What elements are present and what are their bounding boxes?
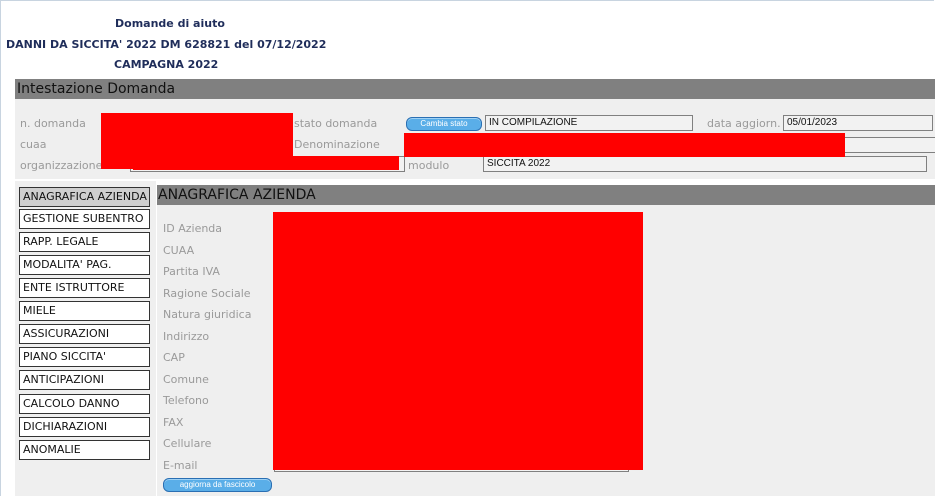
label-cuaa: cuaa bbox=[20, 138, 47, 151]
page-title-line2: DANNI DA SICCITA' 2022 DM 628821 del 07/… bbox=[6, 38, 327, 51]
modulo-field[interactable]: SICCITA 2022 bbox=[483, 156, 927, 172]
sidebar-item-piano-siccita[interactable]: PIANO SICCITA' bbox=[19, 347, 150, 367]
field-label-comune: Comune bbox=[163, 373, 209, 386]
label-data-aggiorn: data aggiorn. bbox=[707, 117, 781, 130]
page-title-line1: Domande di aiuto bbox=[115, 17, 225, 30]
anagrafica-header-bar: ANAGRAFICA AZIENDA bbox=[157, 185, 935, 205]
sidebar-item-rapp-legale[interactable]: RAPP. LEGALE bbox=[19, 232, 150, 252]
field-label-indirizzo: Indirizzo bbox=[163, 330, 210, 343]
sidebar-item-gestione-subentro[interactable]: GESTIONE SUBENTRO bbox=[19, 209, 150, 229]
data-aggiorn-field[interactable]: 05/01/2023 bbox=[783, 115, 933, 131]
denominazione-field[interactable] bbox=[838, 137, 935, 153]
field-label-id-azienda: ID Azienda bbox=[163, 222, 223, 235]
sidebar-item-miele[interactable]: MIELE bbox=[19, 301, 150, 321]
sidebar-item-calcolo-danno[interactable]: CALCOLO DANNO bbox=[19, 394, 150, 414]
sidebar-item-anagrafica-azienda[interactable]: ANAGRAFICA AZIENDA bbox=[19, 187, 150, 207]
sidebar-item-modalita-pag[interactable]: MODALITA' PAG. bbox=[19, 255, 150, 275]
label-organizzazione: organizzazione bbox=[20, 159, 103, 172]
field-label-ragione-sociale: Ragione Sociale bbox=[163, 287, 251, 300]
label-stato-domanda: stato domanda bbox=[294, 117, 378, 130]
redaction-denominazione bbox=[404, 133, 845, 157]
field-label-partita-iva: Partita IVA bbox=[163, 265, 220, 278]
field-label-cap: CAP bbox=[163, 351, 185, 364]
field-label-cuaa: CUAA bbox=[163, 244, 195, 257]
sidebar-item-anticipazioni[interactable]: ANTICIPAZIONI bbox=[19, 370, 150, 390]
sidebar-item-ente-istruttore[interactable]: ENTE ISTRUTTORE bbox=[19, 278, 150, 298]
label-modulo: modulo bbox=[408, 159, 450, 172]
field-label-natura-giuridica: Natura giuridica bbox=[163, 308, 252, 321]
cambia-stato-button[interactable]: Cambia stato bbox=[406, 117, 482, 131]
label-n-domanda: n. domanda bbox=[20, 117, 86, 130]
anagrafica-title: ANAGRAFICA AZIENDA bbox=[158, 187, 316, 203]
label-denominazione: Denominazione bbox=[294, 138, 380, 151]
field-label-fax: FAX bbox=[163, 416, 184, 429]
sidebar-item-dichiarazioni[interactable]: DICHIARAZIONI bbox=[19, 417, 150, 437]
field-label-email: E-mail bbox=[163, 459, 198, 472]
redaction-anagrafica-values bbox=[273, 212, 643, 470]
aggiorna-da-fascicolo-button[interactable]: aggiorna da fascicolo bbox=[163, 478, 272, 492]
sidebar-item-anomalie[interactable]: ANOMALIE bbox=[19, 440, 150, 460]
page-title-line3: CAMPAGNA 2022 bbox=[114, 58, 219, 71]
intestazione-title: Intestazione Domanda bbox=[17, 81, 176, 97]
intestazione-header-bar: Intestazione Domanda bbox=[15, 79, 935, 99]
field-label-cellulare: Cellulare bbox=[163, 437, 212, 450]
field-label-telefono: Telefono bbox=[163, 394, 209, 407]
redaction-organizzazione bbox=[133, 156, 399, 170]
sidebar-item-assicurazioni[interactable]: ASSICURAZIONI bbox=[19, 324, 150, 344]
stato-domanda-field[interactable]: IN COMPILAZIONE bbox=[485, 115, 693, 131]
